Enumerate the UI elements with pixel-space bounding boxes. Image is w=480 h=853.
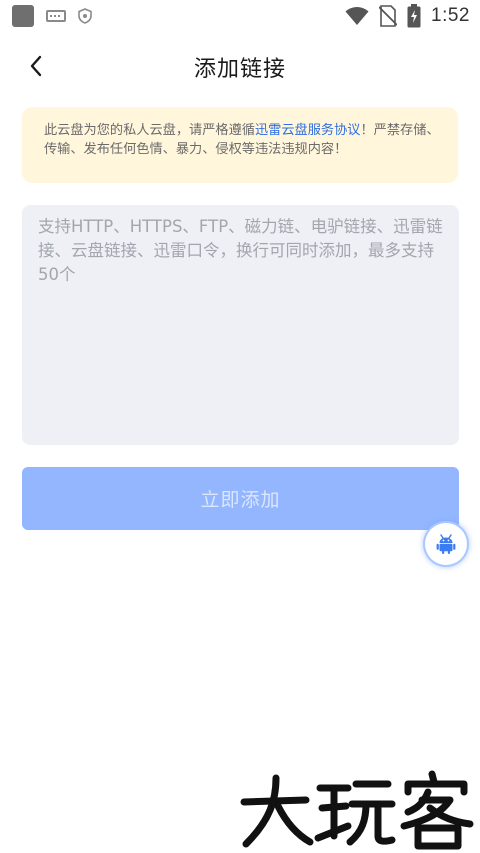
link-input[interactable]: [22, 205, 459, 445]
app-square-icon: [12, 5, 34, 27]
watermark-logo: [240, 770, 474, 850]
no-sim-icon: [379, 5, 398, 27]
status-bar-left: [12, 5, 92, 27]
keyboard-icon: [46, 10, 66, 22]
status-bar: 1:52: [0, 0, 480, 34]
android-icon: [436, 534, 456, 554]
page-title: 添加链接: [193, 57, 286, 82]
notice-text-before: 此云盘为您的私人云盘，请严格遵循: [44, 123, 255, 138]
status-time: 1:52: [431, 5, 470, 26]
battery-icon: [407, 4, 421, 28]
floating-android-button[interactable]: [425, 523, 467, 565]
notice-banner: 此云盘为您的私人云盘，请严格遵循迅雷云盘服务协议！严禁存储、传输、发布任何色情、…: [22, 107, 458, 183]
wifi-icon: [345, 7, 369, 25]
header: 添加链接: [0, 34, 480, 98]
shield-icon: [78, 8, 92, 24]
add-now-button[interactable]: 立即添加: [22, 467, 459, 530]
service-agreement-link[interactable]: 迅雷云盘服务协议: [255, 123, 361, 138]
status-bar-right: 1:52: [345, 4, 470, 28]
